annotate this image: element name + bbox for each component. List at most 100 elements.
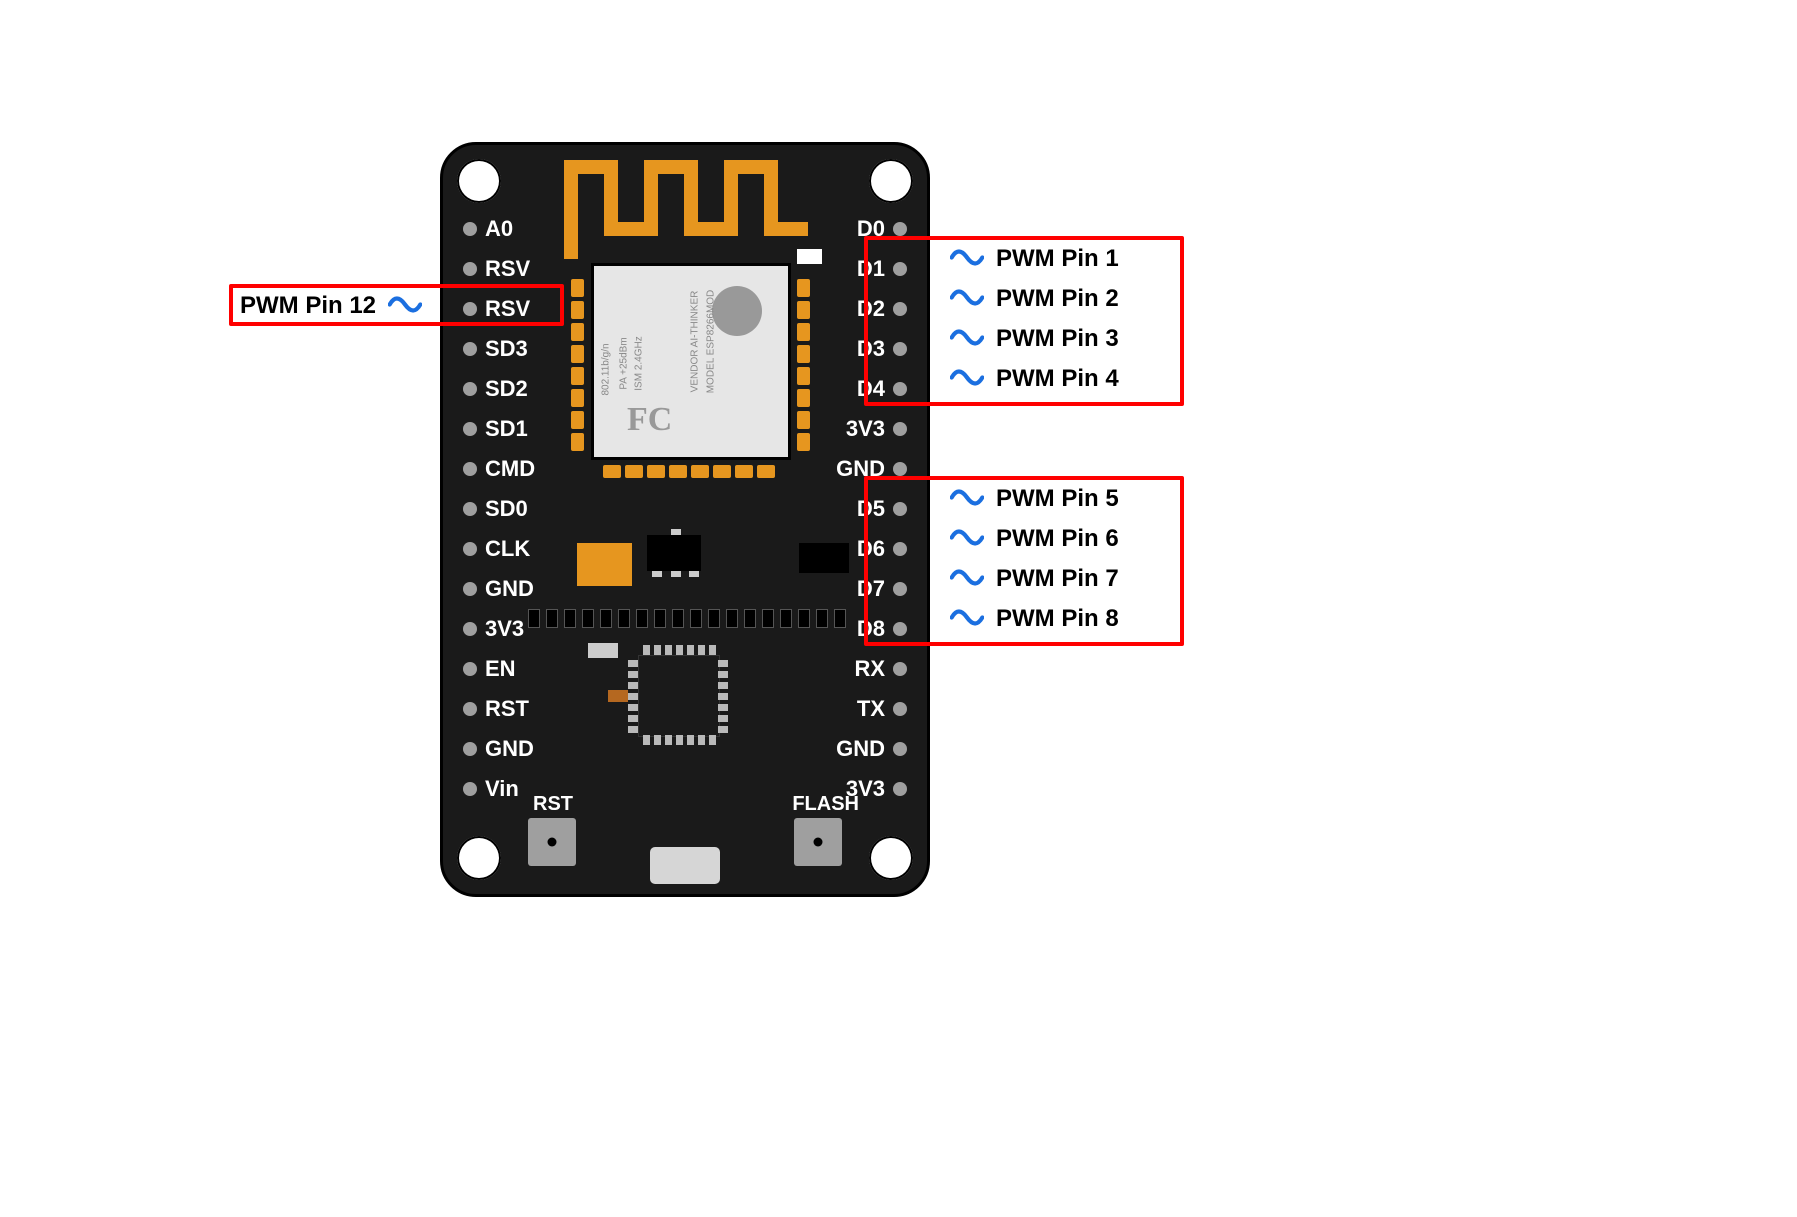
pwm-label: PWM Pin 12 [240,292,376,320]
pin-3v3: 3V3 [846,415,907,442]
pin-dot-icon [463,662,477,676]
pin-dot-icon [463,622,477,636]
usb-serial-chip [638,655,720,737]
pwm-callout: PWM Pin 3 [950,325,1119,353]
pin-tx: TX [857,695,907,722]
pin-label: SD0 [485,496,528,522]
pwm-callout: PWM Pin 5 [950,485,1119,513]
diagram-stage: FC MODEL ESP8266MOD VENDOR AI-THINKER IS… [40,40,1797,1177]
rst-button-label: RST [533,793,573,816]
pwm-callout: PWM Pin 8 [950,605,1119,633]
pin-label: CMD [485,456,535,482]
nodemcu-board: FC MODEL ESP8266MOD VENDOR AI-THINKER IS… [440,142,930,897]
pwm-callout: PWM Pin 6 [950,525,1119,553]
pwm-label: PWM Pin 3 [996,325,1119,353]
sine-wave-icon [950,289,984,309]
shield-pa: PA +25dBm [619,337,630,389]
pin-label: 3V3 [846,416,885,442]
fcc-logo-icon: FC [627,401,672,439]
pin-label: SD2 [485,376,528,402]
pwm-label: PWM Pin 4 [996,365,1119,393]
pin-dot-icon [893,662,907,676]
pwm-callout: PWM Pin 2 [950,285,1119,313]
sine-wave-icon [950,529,984,549]
pin-label: EN [485,656,516,682]
pin-label: SD3 [485,336,528,362]
pin-cmd: CMD [463,455,535,482]
regulator [647,535,701,571]
pin-sd3: SD3 [463,335,528,362]
pwm-callout-left: PWM Pin 12 [240,292,422,320]
pwm-label: PWM Pin 5 [996,485,1119,513]
sine-wave-icon [950,249,984,269]
mounting-hole [457,836,501,880]
pin-dot-icon [893,782,907,796]
pwm-label: PWM Pin 6 [996,525,1119,553]
shield-vendor: VENDOR AI-THINKER [689,291,700,393]
pwm-label: PWM Pin 7 [996,565,1119,593]
pin-clk: CLK [463,535,530,562]
pin-dot-icon [893,462,907,476]
pin-3v3: 3V3 [463,615,524,642]
pwm-label: PWM Pin 8 [996,605,1119,633]
sine-wave-icon [950,329,984,349]
pin-dot-icon [463,462,477,476]
pin-dot-icon [463,582,477,596]
pin-sd0: SD0 [463,495,528,522]
pin-dot-icon [463,382,477,396]
sine-wave-icon [388,296,422,316]
pin-a0: A0 [463,215,513,242]
pin-dot-icon [893,422,907,436]
pin-en: EN [463,655,516,682]
pwm-callout: PWM Pin 7 [950,565,1119,593]
pin-dot-icon [463,262,477,276]
pin-label: Vin [485,776,519,802]
sine-wave-icon [950,609,984,629]
wifi-icon [712,286,762,336]
pin-label: A0 [485,216,513,242]
header-row [528,609,846,628]
mounting-hole [869,836,913,880]
pin-dot-icon [463,222,477,236]
pin-label: 3V3 [485,616,524,642]
pin-rx: RX [854,655,907,682]
resistor [588,643,618,658]
shield-std: 802.11b/g/n [601,343,612,395]
pin-label: CLK [485,536,530,562]
pcb-antenna-icon [563,157,808,262]
rst-button[interactable] [528,818,576,866]
sine-wave-icon [950,489,984,509]
pin-gnd: GND [836,735,907,762]
pin-sd2: SD2 [463,375,528,402]
status-led [797,249,822,264]
pin-label: SD1 [485,416,528,442]
pin-sd1: SD1 [463,415,528,442]
pin-vin: Vin [463,775,519,802]
pin-dot-icon [463,342,477,356]
pin-label: RST [485,696,529,722]
flash-button-label: FLASH [792,793,859,816]
pin-dot-icon [463,422,477,436]
pwm-label: PWM Pin 2 [996,285,1119,313]
flash-button[interactable] [794,818,842,866]
capacitor [577,543,632,586]
pwm-callout: PWM Pin 1 [950,245,1119,273]
mounting-hole [457,159,501,203]
shield-model: MODEL ESP8266MOD [705,290,716,394]
pin-label: RSV [485,256,530,282]
pin-rsv: RSV [463,255,530,282]
pin-dot-icon [463,542,477,556]
pin-dot-icon [893,222,907,236]
pwm-callout: PWM Pin 4 [950,365,1119,393]
shield-ism: ISM 2.4GHz [634,336,645,390]
pin-dot-icon [463,502,477,516]
sine-wave-icon [950,569,984,589]
esp8266-shield: FC MODEL ESP8266MOD VENDOR AI-THINKER IS… [591,263,791,460]
sine-wave-icon [950,369,984,389]
micro-usb-port [650,847,720,884]
pwm-label: PWM Pin 1 [996,245,1119,273]
pin-gnd: GND [463,575,534,602]
mounting-hole [869,159,913,203]
pin-dot-icon [463,782,477,796]
pin-label: TX [857,696,885,722]
